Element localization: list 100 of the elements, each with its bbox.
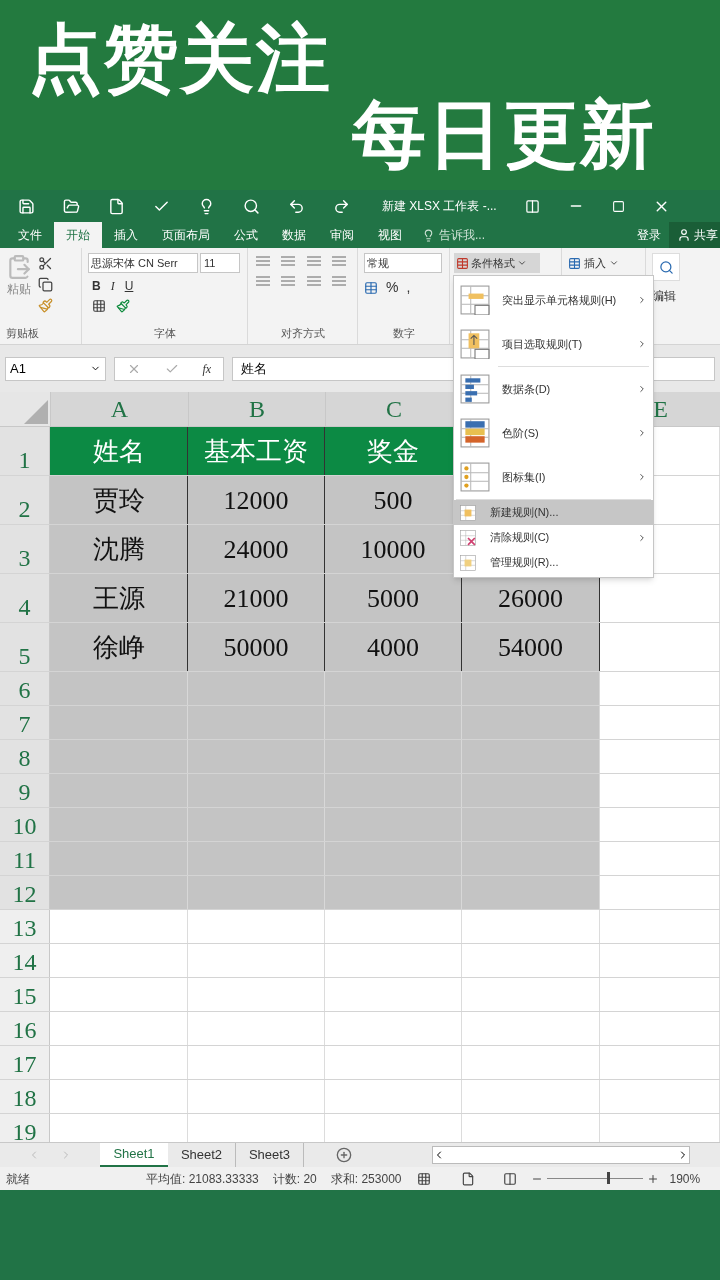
table-cell-text: 500 xyxy=(373,484,413,517)
zoom-in-icon[interactable] xyxy=(647,1172,660,1185)
underline-button[interactable]: U xyxy=(124,277,134,295)
percent-button[interactable]: % xyxy=(386,277,399,298)
count-value: 计数: 20 xyxy=(272,1170,317,1188)
group-label: 数字 xyxy=(392,325,415,341)
row-number[interactable]: 1 xyxy=(18,445,31,475)
format-painter-icon[interactable] xyxy=(38,298,53,313)
name-box[interactable]: A1 xyxy=(5,356,106,381)
caret-icon xyxy=(609,258,619,268)
table-cell-text: 贾玲 xyxy=(92,484,145,517)
table-cell-text: 5000 xyxy=(367,582,419,615)
ribbon-tab[interactable]: 视图 xyxy=(366,222,414,248)
page-break-icon[interactable] xyxy=(503,1171,518,1186)
table-cell-text: 26000 xyxy=(498,582,563,615)
folder-icon[interactable] xyxy=(63,197,80,215)
banner-title: 点赞关注 xyxy=(28,22,332,96)
menu-item[interactable]: 项目选取规则(T) xyxy=(454,322,653,366)
ribbon-tab[interactable]: 审阅 xyxy=(318,222,366,248)
rule-table-icon xyxy=(460,285,490,315)
banner-subtitle: 每日更新 xyxy=(352,98,656,172)
tell-me-field[interactable]: 告诉我... xyxy=(439,226,485,244)
table-icon xyxy=(568,256,581,270)
column-header[interactable]: E xyxy=(653,392,668,427)
table-cell-text: 4000 xyxy=(367,631,419,664)
table-cell-text: 54000 xyxy=(498,631,563,664)
color-scale-icon xyxy=(460,418,490,448)
function-icon[interactable]: fx xyxy=(202,359,212,378)
table-cell-text: 徐峥 xyxy=(92,631,145,664)
table-cell-text: 21000 xyxy=(223,582,289,615)
lightbulb-icon xyxy=(422,228,435,242)
menu-item[interactable]: 突出显示单元格规则(H) xyxy=(454,278,653,322)
save-icon[interactable] xyxy=(18,197,35,215)
font-size-dropdown[interactable]: 11 xyxy=(200,253,240,273)
ribbon-tab[interactable]: 插入 xyxy=(102,222,150,248)
sheet-tab[interactable]: Sheet1 xyxy=(100,1143,168,1167)
menu-item[interactable]: 管理规则(R)... xyxy=(454,550,653,575)
menu-item[interactable]: 图标集(I) xyxy=(454,455,653,499)
row-number[interactable]: 5 xyxy=(18,641,31,671)
ribbon-tab[interactable]: 数据 xyxy=(270,222,318,248)
file-icon[interactable] xyxy=(108,197,125,215)
column-header[interactable]: B xyxy=(249,392,265,427)
table-cell-text: 基本工资 xyxy=(204,435,308,468)
table-cell-text: 10000 xyxy=(360,533,426,566)
menu-item[interactable]: 数据条(D) xyxy=(454,367,653,411)
table-cell-text: 24000 xyxy=(223,533,289,566)
ribbon-tab[interactable]: 页面布局 xyxy=(150,222,222,248)
zoom-level[interactable]: 190% xyxy=(669,1169,701,1188)
column-header[interactable]: C xyxy=(386,392,402,427)
table-icon xyxy=(456,256,469,270)
caret-icon xyxy=(517,258,527,268)
search-icon[interactable] xyxy=(658,259,674,275)
ribbon-tab[interactable]: 开始 xyxy=(54,222,102,248)
conditional-formatting-button[interactable]: 条件格式 xyxy=(454,253,540,273)
row-number[interactable]: 4 xyxy=(18,592,31,622)
column-header[interactable]: A xyxy=(110,392,129,427)
average-value: 平均值: 21083.33333 xyxy=(146,1170,259,1188)
menu-item[interactable]: 新建规则(N)... xyxy=(454,500,653,525)
sum-value: 求和: 253000 xyxy=(330,1170,402,1188)
maximize-icon[interactable] xyxy=(611,199,625,213)
add-sheet-icon[interactable] xyxy=(336,1147,352,1163)
bold-button[interactable]: B xyxy=(92,277,101,295)
group-label: 对齐方式 xyxy=(280,325,325,341)
zoom-slider-thumb[interactable] xyxy=(607,1172,610,1184)
window-title: 新建 XLSX 工作表 -... xyxy=(382,198,497,215)
table-cell-text: 50000 xyxy=(223,631,289,664)
rule-table-icon xyxy=(460,329,490,359)
ribbon-tab[interactable]: 公式 xyxy=(222,222,270,248)
table-cell-text: 奖金 xyxy=(367,435,419,468)
copy-icon[interactable] xyxy=(38,277,53,292)
cut-icon[interactable] xyxy=(38,256,53,271)
normal-view-icon[interactable] xyxy=(417,1171,432,1186)
rule-table-icon xyxy=(460,462,490,492)
redo-icon[interactable] xyxy=(333,197,350,215)
table-cell-text: 沈腾 xyxy=(92,533,145,566)
insert-cells-button[interactable]: 插入 xyxy=(568,253,639,273)
menu-item[interactable]: 清除规则(C) xyxy=(454,525,653,550)
comma-button[interactable]: , xyxy=(406,277,411,298)
data-bar-icon xyxy=(460,374,490,404)
group-label: 剪贴板 xyxy=(6,325,40,341)
share-button[interactable]: 共享 xyxy=(669,222,720,248)
number-format-dropdown[interactable]: 常规 xyxy=(364,253,442,273)
borders-icon[interactable] xyxy=(92,299,106,313)
horizontal-scrollbar[interactable] xyxy=(432,1146,690,1164)
row-number[interactable]: 2 xyxy=(18,494,31,524)
page-layout-icon[interactable] xyxy=(461,1171,476,1186)
undo-icon[interactable] xyxy=(288,197,305,215)
row-number[interactable]: 3 xyxy=(18,543,31,573)
table-cell-text: 姓名 xyxy=(92,435,145,468)
table-cell-text: 王源 xyxy=(92,582,145,615)
status-text: 就绪 xyxy=(6,1170,31,1188)
group-label: 字体 xyxy=(153,325,176,341)
paste-button[interactable]: 粘贴 xyxy=(7,280,31,298)
sign-in-link[interactable]: 登录 xyxy=(629,222,669,248)
font-name-dropdown[interactable]: 思源宋体 CN Serr xyxy=(88,253,198,273)
ribbon-tab[interactable]: 文件 xyxy=(6,222,54,248)
rule-table-icon xyxy=(460,504,476,521)
menu-item[interactable]: 色阶(S) xyxy=(454,411,653,455)
person-icon xyxy=(677,228,691,242)
italic-button[interactable]: I xyxy=(110,277,115,295)
